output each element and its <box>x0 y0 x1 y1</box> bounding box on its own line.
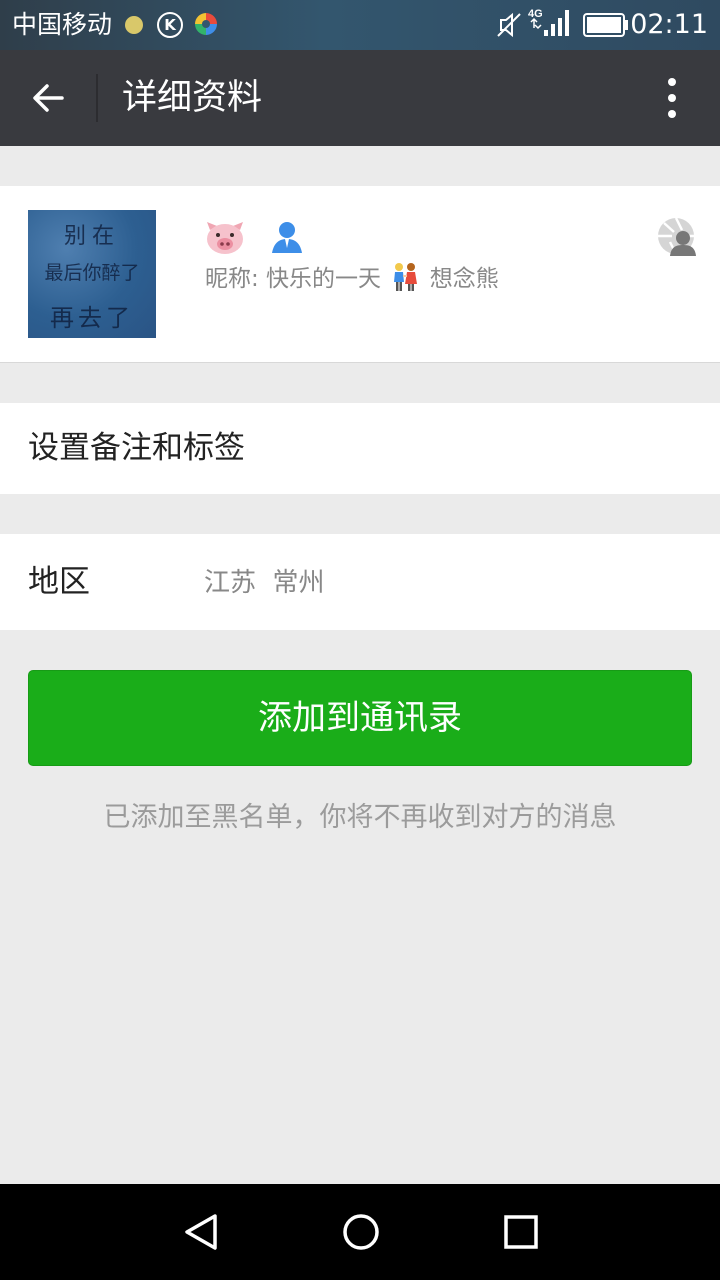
action-divider <box>96 74 98 122</box>
region-label: 地区 <box>28 564 90 600</box>
avatar-text-line: 最后你醉了 <box>44 262 140 284</box>
more-button[interactable] <box>650 68 694 128</box>
back-button[interactable] <box>18 68 78 128</box>
region-row: 地区 江苏 常州 <box>0 534 720 630</box>
navigation-bar <box>0 1184 720 1280</box>
avatar[interactable]: 别在 最后你醉了 再去了 <box>28 210 156 338</box>
pig-face-icon <box>207 222 243 254</box>
add-to-contacts-button[interactable]: 添加到通讯录 <box>28 670 692 766</box>
nickname-suffix: 想念熊 <box>429 266 499 292</box>
home-circle-icon[interactable] <box>341 1212 381 1252</box>
blacklist-note: 已添加至黑名单，你将不再收到对方的消息 <box>103 802 617 833</box>
vertical-dots-icon <box>668 78 676 86</box>
recents-square-icon[interactable] <box>501 1212 541 1252</box>
region-value: 江苏 常州 <box>204 568 325 598</box>
nickname-prefix: 昵称: 快乐的一天 <box>205 266 382 292</box>
arrow-left-icon <box>33 84 64 112</box>
profile-card: 别在 最后你醉了 再去了 昵称: 快乐的一天 想念熊 <box>0 186 720 363</box>
signal-icon: 4G <box>528 8 569 36</box>
action-bar: 详细资料 <box>0 50 720 146</box>
remark-label: 设置备注和标签 <box>28 430 245 466</box>
k-circle-icon: K <box>157 12 183 38</box>
vertical-dots-icon-dot <box>668 110 676 118</box>
page-title: 详细资料 <box>122 78 263 118</box>
carrier-name: 中国移动 <box>12 10 113 39</box>
avatar-text-line: 再去了 <box>50 304 134 332</box>
couple-holding-hands-icon <box>394 263 418 291</box>
vertical-dots-icon-dot <box>668 94 676 102</box>
mute-icon <box>497 12 521 38</box>
avatar-text-line: 别在 <box>63 224 120 249</box>
status-bar: 中国移动 K 4G 02:11 <box>0 0 720 50</box>
aperture-person-icon[interactable] <box>656 216 696 256</box>
back-triangle-icon[interactable] <box>181 1212 221 1252</box>
nickname: 昵称: 快乐的一天 想念熊 <box>205 262 499 296</box>
yellow-dot-icon <box>125 16 143 34</box>
set-remark-and-tags-row[interactable]: 设置备注和标签 <box>0 403 720 494</box>
person-icon <box>272 222 302 253</box>
clock: 02:11 <box>630 9 708 40</box>
network-type: 4G <box>528 8 543 20</box>
battery-icon <box>583 13 628 37</box>
colorful-app-icon <box>195 13 217 35</box>
